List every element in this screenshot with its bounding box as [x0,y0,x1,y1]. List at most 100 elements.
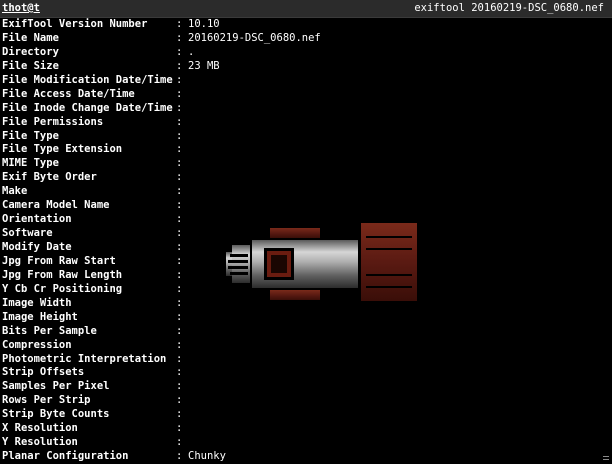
exif-key: File Name [2,31,59,44]
exif-row: Rows Per Strip: [0,394,612,408]
exif-value: . [188,45,195,58]
exif-row: Samples Per Pixel: [0,380,612,394]
exif-separator: : [176,199,183,212]
exif-key: Make [2,185,28,198]
exif-row: File Name:20160219-DSC_0680.nef [0,32,612,46]
exif-key: Directory [2,45,59,58]
exif-row: X Resolution: [0,422,612,436]
exif-separator: : [176,115,183,128]
exif-separator: : [176,59,183,72]
exif-separator: : [176,129,183,142]
exif-key: Modify Date [2,241,72,253]
exif-separator: : [176,450,183,463]
exif-separator: : [176,310,183,323]
terminal-window[interactable]: thot@t exiftool 20160219-DSC_0680.nef Ex… [0,0,612,464]
exif-separator: : [176,31,183,44]
exif-separator: : [176,394,183,407]
exif-separator: : [176,366,183,379]
exif-row: File Access Date/Time: [0,88,612,102]
exif-separator: : [176,324,183,337]
exif-separator: : [176,227,183,240]
exif-key: X Resolution [2,422,78,435]
exif-separator: : [176,73,183,86]
exif-row: Compression: [0,339,612,353]
exif-key: Strip Byte Counts [2,408,110,421]
exif-key: Jpg From Raw Length [2,268,123,281]
exif-separator: : [176,436,183,449]
exif-key: File Inode Change Date/Time [2,101,173,114]
exif-separator: : [176,296,183,309]
exif-row: Strip Offsets: [0,366,612,380]
exif-key: Photometric Interpretation [2,352,167,365]
exif-key: File Modification Date/Time [2,73,173,86]
exif-key: File Type [2,129,59,142]
exif-row: File Permissions: [0,116,612,130]
exif-separator: : [176,213,183,226]
resize-grip-icon[interactable] [603,454,610,463]
exif-key: Camera Model Name [2,199,110,212]
exif-row: Strip Byte Counts: [0,408,612,422]
exif-key: File Size [2,59,59,72]
exif-row: Image Height: [0,311,612,325]
exif-separator: : [176,380,183,393]
exif-value: 10.10 [188,18,220,30]
exif-row: File Type Extension: [0,143,612,157]
exif-key: Strip Offsets [2,366,85,379]
exif-row: Exif Byte Order: [0,171,612,185]
exif-key: Image Width [2,296,72,309]
exif-separator: : [176,241,183,253]
exif-key: MIME Type [2,157,59,170]
exif-row: Y Resolution: [0,436,612,450]
exif-row: Directory:. [0,46,612,60]
exif-separator: : [176,338,183,351]
exif-separator: : [176,185,183,198]
exif-row: File Size:23 MB [0,60,612,74]
window-title: exiftool 20160219-DSC_0680.nef [414,2,604,14]
exif-separator: : [176,157,183,170]
exif-row: ExifTool Version Number:10.10 [0,18,612,32]
exif-key: Y Resolution [2,436,78,449]
exif-row: Camera Model Name: [0,199,612,213]
exif-row: MIME Type: [0,157,612,171]
exif-row: Make: [0,185,612,199]
exif-separator: : [176,352,183,365]
exif-separator: : [176,254,183,267]
exif-key: Jpg From Raw Start [2,254,116,267]
exif-row: Bits Per Sample: [0,325,612,339]
exif-row: File Inode Change Date/Time: [0,102,612,116]
exif-key: File Permissions [2,115,104,128]
exif-separator: : [176,143,183,156]
exif-separator: : [176,101,183,114]
exif-key: Compression [2,338,72,351]
exif-key: Orientation [2,213,72,226]
exif-separator: : [176,282,183,295]
exif-key: File Type Extension [2,143,123,156]
exif-key: Exif Byte Order [2,171,97,184]
exif-row: Photometric Interpretation: [0,353,612,367]
exif-key: Software [2,227,53,240]
title-bar: thot@t exiftool 20160219-DSC_0680.nef [0,0,612,18]
session-tab[interactable]: thot@t [2,2,40,15]
exif-separator: : [176,87,183,100]
exif-row: File Modification Date/Time: [0,74,612,88]
exif-key: File Access Date/Time [2,87,135,100]
exif-value: 20160219-DSC_0680.nef [188,31,321,44]
exif-separator: : [176,45,183,58]
exif-key: Rows Per Strip [2,394,91,407]
exif-key: Samples Per Pixel [2,380,110,393]
exif-row: File Type: [0,130,612,144]
pixel-rocket-icon [216,218,420,307]
exif-row: Planar Configuration: Chunky [0,450,612,464]
exif-key: Bits Per Sample [2,324,97,337]
exif-separator: : [176,422,183,435]
exif-key: ExifTool Version Number [2,18,148,30]
exif-separator: : [176,18,183,30]
exif-key: Planar Configuration [2,450,129,463]
exif-value: 23 MB [188,59,220,72]
exif-key: Y Cb Cr Positioning [2,282,123,295]
exif-separator: : [176,268,183,281]
exif-separator: : [176,171,183,184]
exif-key: Image Height [2,310,78,323]
exif-value: Chunky [188,450,226,463]
exif-separator: : [176,408,183,421]
